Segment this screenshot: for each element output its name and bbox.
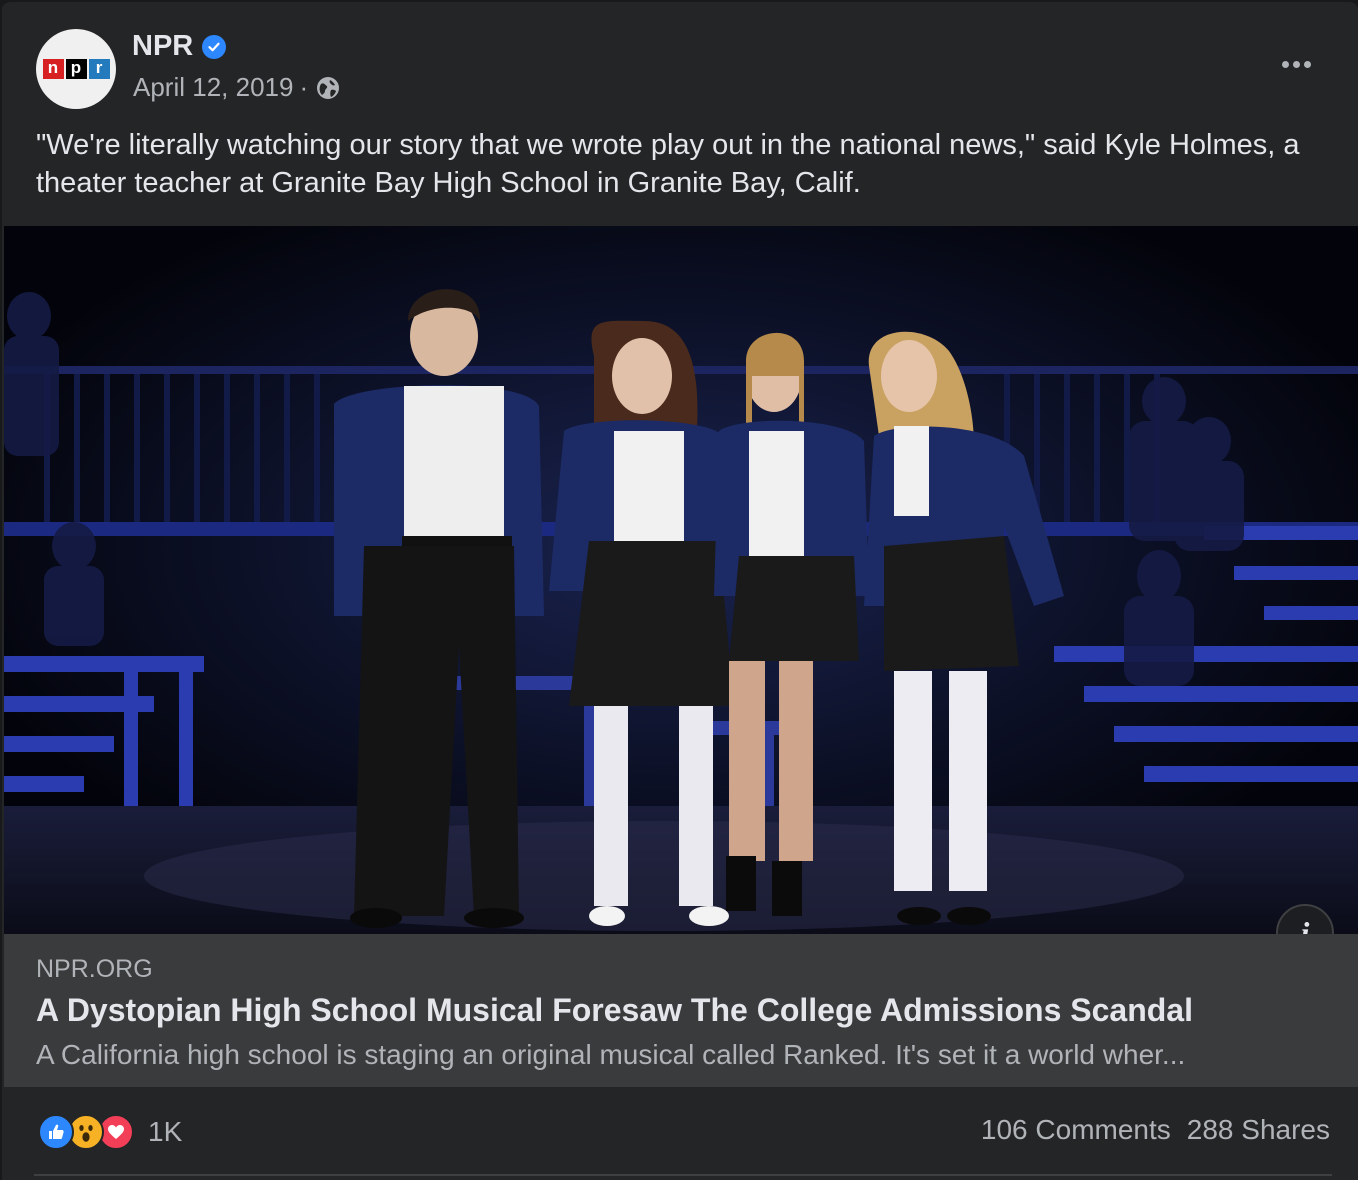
post-card: n p r NPR April 12, 2019 · "We're litera…: [2, 2, 1358, 1180]
footer-divider: [34, 1174, 1332, 1176]
globe-icon[interactable]: [316, 76, 340, 100]
comments-count[interactable]: 106 Comments: [981, 1114, 1171, 1146]
verified-badge-icon: [202, 34, 227, 59]
page-name[interactable]: NPR: [132, 30, 193, 63]
reaction-count: 1K: [148, 1116, 183, 1147]
npr-avatar[interactable]: n p r: [36, 29, 116, 109]
link-domain: NPR.ORG: [36, 955, 153, 983]
meta-separator: ·: [299, 72, 309, 102]
link-title[interactable]: A Dystopian High School Musical Foresaw …: [36, 992, 1316, 1029]
post-meta: April 12, 2019 ·: [133, 72, 340, 103]
more-options-icon[interactable]: [1268, 46, 1324, 82]
shares-count[interactable]: 288 Shares: [1187, 1114, 1330, 1146]
reactions-summary[interactable]: 1K: [38, 1112, 182, 1152]
post-text: "We're literally watching our story that…: [36, 129, 1300, 199]
like-icon: [38, 1114, 74, 1150]
npr-logo: n p r: [42, 59, 110, 79]
link-description: A California high school is staging an o…: [36, 1039, 1186, 1070]
link-preview[interactable]: NPR.ORG A Dystopian High School Musical …: [4, 934, 1358, 1087]
post-date[interactable]: April 12, 2019: [133, 72, 293, 103]
author-row: NPR: [132, 30, 227, 63]
engagement-counts: 106 Comments 288 Shares: [981, 1114, 1330, 1146]
article-image[interactable]: [4, 226, 1358, 934]
